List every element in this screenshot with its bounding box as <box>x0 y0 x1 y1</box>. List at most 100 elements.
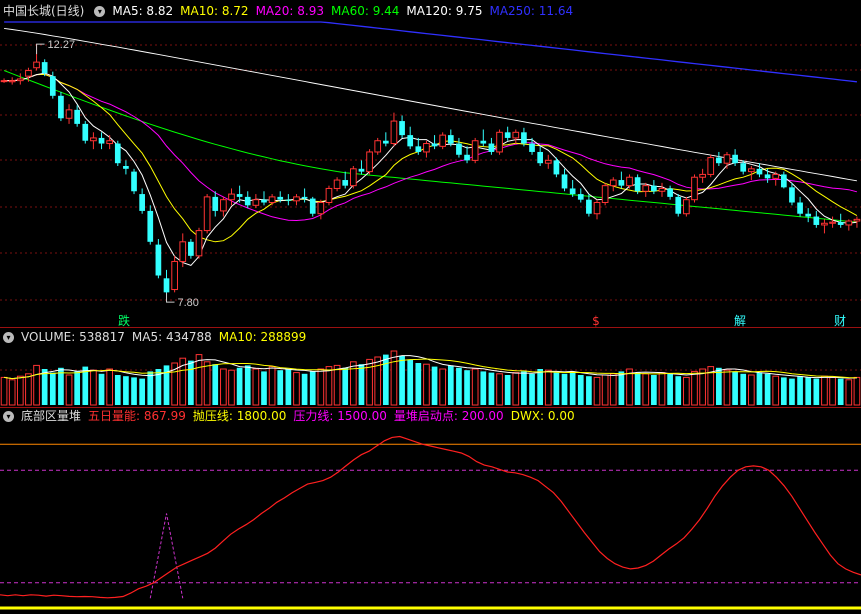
candle-body <box>277 196 284 200</box>
candle <box>609 177 617 192</box>
candle-body <box>33 61 40 69</box>
candle <box>537 146 543 166</box>
volume-bar <box>390 350 398 406</box>
volume-bar <box>618 371 625 405</box>
chevron-down-icon[interactable]: ▾ <box>94 5 106 17</box>
ma5-label: MA5: 8.82 <box>112 4 174 18</box>
candle-body <box>423 143 430 153</box>
candle <box>131 168 137 195</box>
candle-body <box>569 188 576 195</box>
candle-body <box>325 187 333 203</box>
volume-bar <box>41 369 48 405</box>
start-label: 量堆启动点: 200.00 <box>393 409 504 423</box>
candle-body <box>228 193 235 201</box>
candle-body <box>8 80 16 83</box>
candle-body <box>723 154 731 164</box>
candle <box>399 115 405 138</box>
volume-bar <box>748 374 755 406</box>
candle-body <box>456 143 462 155</box>
candle-body <box>349 168 357 187</box>
candle-body <box>366 151 373 173</box>
volume-bar <box>358 364 365 405</box>
candle <box>123 160 129 175</box>
chart-canvas: 12.27 7.80 跌 $ 解 财 <box>0 21 861 610</box>
volume-bar <box>642 373 650 406</box>
candle-body <box>155 244 162 276</box>
ma5-line <box>4 72 857 266</box>
candle <box>147 205 154 245</box>
throw-label: 抛压线: 1800.00 <box>192 409 287 423</box>
volume-bar <box>464 370 470 405</box>
candle-body <box>764 174 771 179</box>
candle <box>293 194 300 206</box>
volume-ma5-label: MA5: 434788 <box>131 330 212 344</box>
candle <box>544 154 552 169</box>
candle-body <box>561 174 568 189</box>
price-legend: 中国长城(日线) ▾ MA5: 8.82 MA10: 8.72 MA20: 8.… <box>0 2 580 20</box>
candle <box>268 194 276 206</box>
candle-body <box>748 168 755 173</box>
candle-body <box>601 185 609 203</box>
volume-bar <box>480 371 487 405</box>
volume-bar <box>374 356 382 406</box>
candle-body <box>41 62 48 74</box>
candle <box>723 151 731 169</box>
volume-bar <box>212 364 219 405</box>
candle <box>309 196 316 217</box>
candle-body <box>252 199 260 206</box>
volume-bar <box>716 367 722 405</box>
volume-bar <box>131 377 137 405</box>
candle-body <box>407 135 414 147</box>
candle <box>667 185 673 200</box>
volume-bar <box>431 366 438 405</box>
candle <box>244 191 251 209</box>
candle-body <box>131 171 137 192</box>
candle-body <box>90 137 97 142</box>
volume-bar <box>415 363 422 405</box>
candle-body <box>163 278 170 293</box>
candle-body <box>358 168 365 172</box>
volume-bar <box>49 372 56 405</box>
candle <box>797 196 803 217</box>
candle <box>317 199 325 220</box>
volume-bar <box>382 354 389 405</box>
candle <box>439 132 447 150</box>
candle <box>252 194 260 209</box>
candle-body <box>813 216 820 225</box>
candle <box>707 154 715 178</box>
volume-bar <box>764 373 771 405</box>
candle-body <box>593 202 601 215</box>
candle <box>691 174 698 203</box>
candle-body <box>480 140 487 144</box>
ma20-line <box>4 73 858 222</box>
candle-body <box>171 260 178 291</box>
chevron-down-icon[interactable]: ▾ <box>3 410 14 422</box>
candle-body <box>309 198 316 214</box>
candle-body <box>488 143 495 152</box>
candle-body <box>382 140 389 144</box>
chevron-down-icon[interactable]: ▾ <box>3 331 14 343</box>
candle <box>456 137 462 158</box>
candle-body <box>821 222 828 226</box>
energy-line <box>0 435 861 599</box>
volume-bar <box>203 361 211 406</box>
volume-bar <box>98 373 105 405</box>
candle <box>756 163 763 178</box>
volume-bar <box>553 372 560 405</box>
volume-bar <box>456 367 462 405</box>
ma250-label: MA250: 11.64 <box>489 4 574 18</box>
candle <box>16 73 24 85</box>
candle <box>90 132 97 150</box>
candle <box>333 177 341 192</box>
volume-bar <box>285 369 292 405</box>
candle-body <box>471 140 479 161</box>
candle-body <box>188 241 194 256</box>
candle <box>496 129 503 155</box>
volume-bar <box>675 376 682 405</box>
volume-bar <box>837 378 844 405</box>
candle-body <box>301 196 308 199</box>
candle-body <box>179 241 187 262</box>
volume-bar <box>651 375 657 405</box>
candle <box>586 194 592 217</box>
candle <box>407 126 414 150</box>
